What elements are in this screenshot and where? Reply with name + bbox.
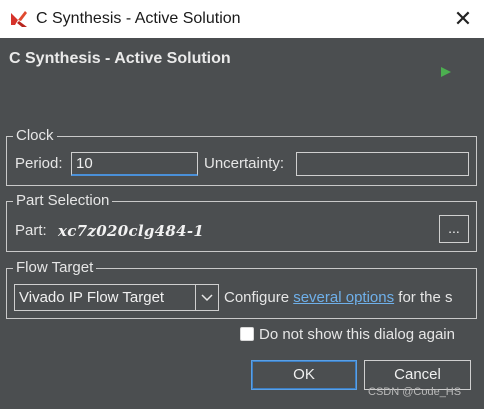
chevron-down-icon[interactable] [195,285,218,310]
ok-button[interactable]: OK [251,360,357,390]
configure-suffix: for the s [398,289,453,306]
flow-target-selected: Vivado IP Flow Target [19,289,165,306]
period-input[interactable]: 10 [71,152,198,176]
window-title: C Synthesis - Active Solution [36,10,241,27]
period-label: Period: [15,155,63,172]
uncertainty-label: Uncertainty: [204,155,285,172]
several-options-link[interactable]: several options [293,289,394,306]
configure-prefix: Configure [224,289,290,306]
page-title: C Synthesis - Active Solution [9,50,231,67]
part-label: Part: [15,222,47,239]
watermark: CSDN @Code_HS [368,386,462,398]
xilinx-logo-icon [11,11,27,27]
play-icon [441,67,451,77]
browse-part-button[interactable]: ... [439,215,469,243]
flow-target-select[interactable]: Vivado IP Flow Target [14,284,219,311]
clock-legend: Clock [13,127,57,145]
uncertainty-input[interactable] [296,152,469,176]
close-icon[interactable]: ✕ [452,8,474,30]
dont-show-label: Do not show this dialog again [259,326,455,343]
part-selection-legend: Part Selection [13,192,113,210]
dont-show-checkbox[interactable] [240,327,254,341]
synthesis-dialog: C Synthesis - Active Solution ✕ C Synthe… [0,0,484,409]
part-value: xc7z020clg484-1 [58,222,205,240]
title-bar: C Synthesis - Active Solution ✕ [0,0,484,38]
configure-text: Configure several options for the s [224,289,477,307]
flow-target-legend: Flow Target [13,259,97,277]
